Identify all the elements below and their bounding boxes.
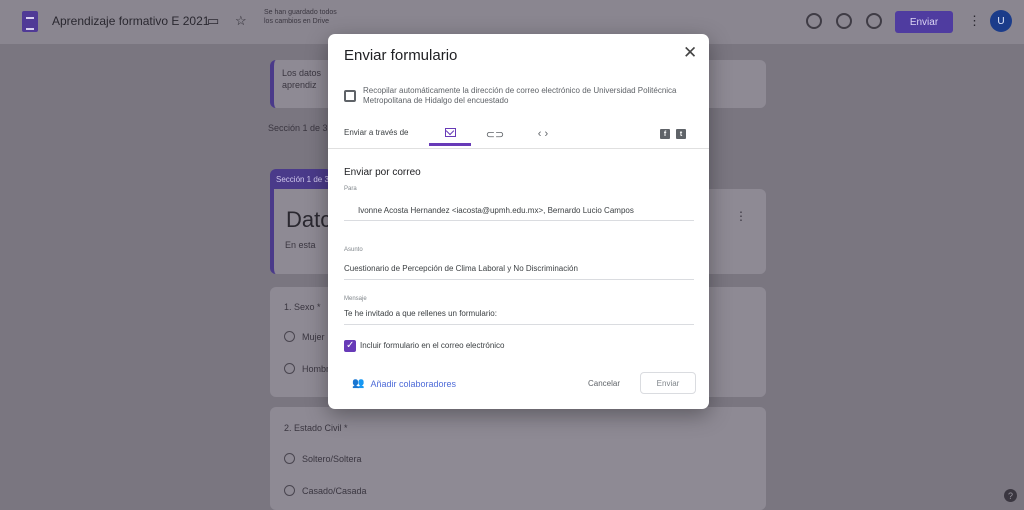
tabs-divider: [328, 148, 709, 149]
more-options-icon[interactable]: ⋮: [968, 13, 981, 29]
tab-email[interactable]: [429, 122, 471, 146]
to-label: Para: [344, 186, 357, 192]
save-status: Se han guardado todos los cambios en Dri…: [264, 9, 337, 25]
folder-icon[interactable]: ▭: [207, 13, 219, 29]
option-label: Casado/Casada: [302, 486, 367, 496]
radio-option[interactable]: [284, 453, 295, 464]
intro-text-line-2: aprendiz: [282, 80, 317, 90]
forms-logo-icon[interactable]: [22, 11, 38, 32]
section-tab: Sección 1 de 3: [270, 169, 332, 189]
question-label: 1. Sexo *: [284, 302, 321, 312]
email-icon: [444, 128, 456, 137]
email-section-heading: Enviar por correo: [344, 167, 421, 178]
section-description: En esta: [285, 240, 316, 250]
twitter-icon[interactable]: t: [676, 129, 686, 139]
message-field[interactable]: Te he invitado a que rellenes un formula…: [344, 309, 684, 318]
star-icon[interactable]: ☆: [235, 13, 247, 29]
to-field[interactable]: Ivonne Acosta Hernandez <iacosta@upmh.ed…: [358, 206, 694, 215]
radio-option[interactable]: [284, 331, 295, 342]
message-label: Mensaje: [344, 296, 367, 302]
link-icon: ⊂⊃: [485, 128, 505, 141]
dialog-title: Enviar formulario: [344, 47, 458, 64]
facebook-icon[interactable]: f: [660, 129, 670, 139]
embed-icon: ‹ ›: [537, 128, 549, 140]
add-collaborators-button[interactable]: 👥 Añadir colaboradores: [352, 378, 456, 389]
send-button-header[interactable]: Enviar: [895, 11, 953, 33]
include-form-label: Incluir formulario en el correo electrón…: [360, 341, 505, 350]
option-label: Mujer: [302, 332, 325, 342]
to-field-underline: [344, 220, 694, 221]
settings-gear-icon[interactable]: [866, 13, 882, 29]
subject-label: Asunto: [344, 247, 363, 253]
send-via-label: Enviar a través de: [344, 128, 409, 137]
collect-email-label: Recopilar automáticamente la dirección d…: [363, 86, 677, 105]
send-button[interactable]: Enviar: [640, 372, 696, 394]
add-collaborators-label: Añadir colaboradores: [370, 378, 457, 389]
section-counter: Sección 1 de 3: [268, 123, 328, 133]
help-icon[interactable]: ?: [1004, 489, 1017, 502]
tab-embed[interactable]: ‹ ›: [526, 122, 560, 146]
subject-field-underline: [344, 279, 694, 280]
document-title[interactable]: Aprendizaje formativo E 2021: [52, 14, 209, 28]
send-form-dialog: Enviar formulario ✕ Recopilar automática…: [328, 34, 709, 409]
add-people-icon: 👥: [352, 378, 365, 389]
section-title: Datc: [286, 207, 332, 232]
radio-option[interactable]: [284, 363, 295, 374]
include-form-checkbox[interactable]: ✓: [344, 340, 356, 352]
palette-icon[interactable]: [806, 13, 822, 29]
cancel-button[interactable]: Cancelar: [578, 372, 630, 394]
close-icon[interactable]: ✕: [683, 43, 697, 63]
option-label: Soltero/Soltera: [302, 454, 362, 464]
subject-field[interactable]: Cuestionario de Percepción de Clima Labo…: [344, 264, 684, 273]
radio-option[interactable]: [284, 485, 295, 496]
tab-link[interactable]: ⊂⊃: [478, 122, 512, 146]
avatar[interactable]: U: [990, 10, 1012, 32]
message-field-underline: [344, 324, 694, 325]
question-label: 2. Estado Civil *: [284, 423, 348, 433]
intro-text-line-1: Los datos: [282, 68, 322, 78]
collect-email-checkbox[interactable]: [344, 90, 356, 102]
preview-eye-icon[interactable]: [836, 13, 852, 29]
section-more-icon[interactable]: ⋮: [735, 209, 747, 223]
